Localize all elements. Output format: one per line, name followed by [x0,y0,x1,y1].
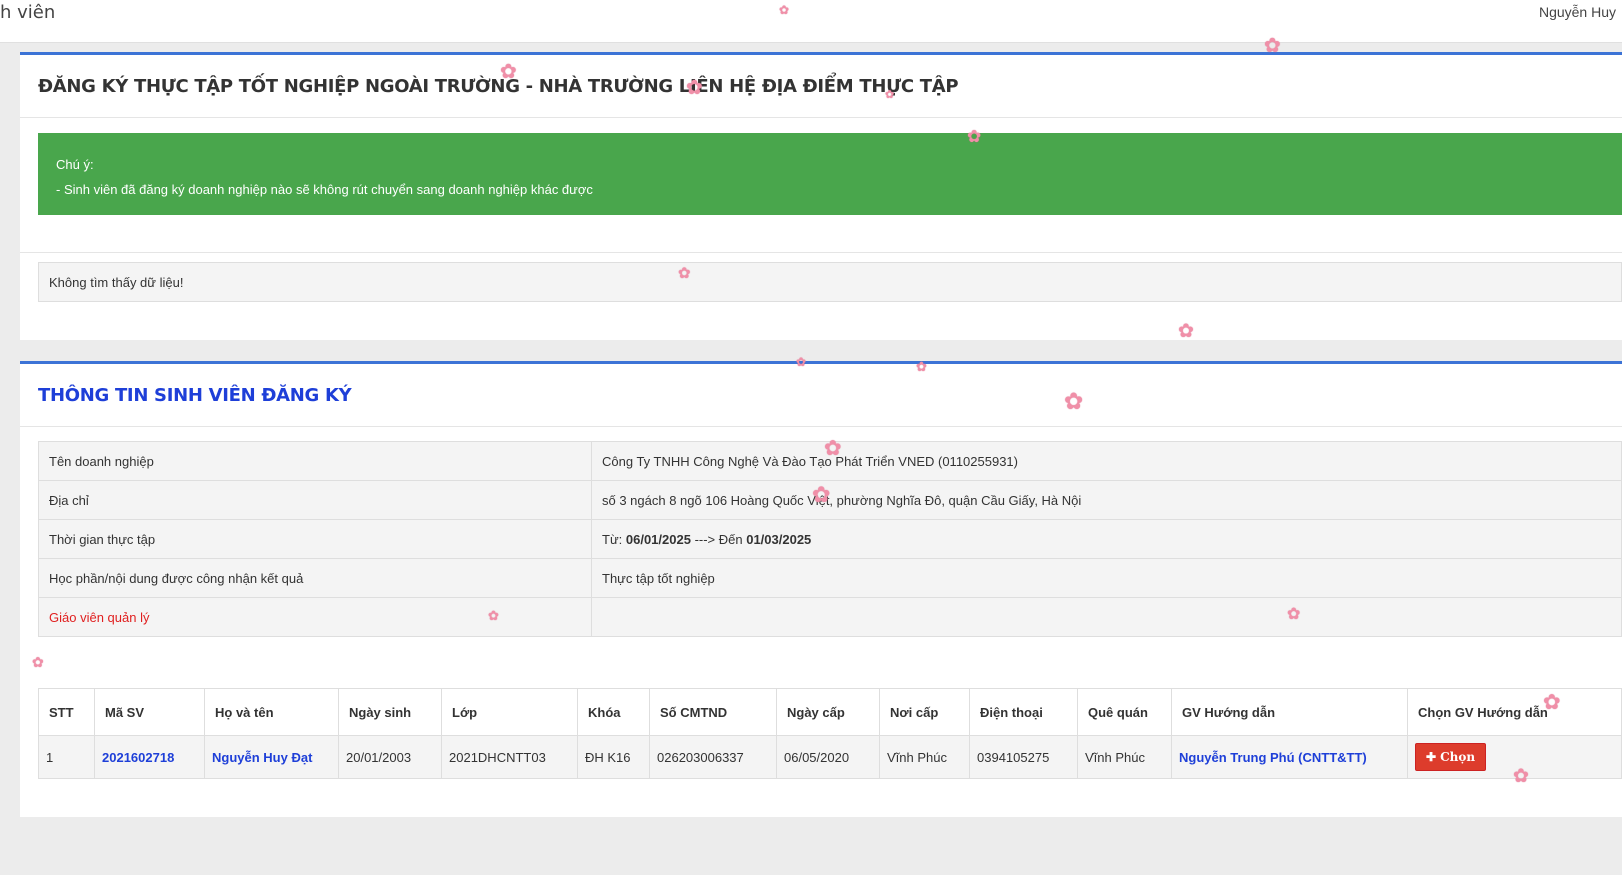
registration-panel-header: ĐĂNG KÝ THỰC TẬP TỐT NGHIỆP NGOÀI TRƯỜNG… [20,55,1622,118]
student-info-panel-header: THÔNG TIN SINH VIÊN ĐĂNG KÝ [20,364,1622,427]
column-header: Họ và tên [204,688,339,736]
info-row-address: Địa chỉ số 3 ngách 8 ngõ 106 Hoàng Quốc … [38,480,1622,520]
cell-choose-supervisor: ✚ Chọn [1407,735,1622,779]
column-header: Mã SV [94,688,205,736]
cell-issue-date: 06/05/2020 [776,735,880,779]
period-to-prefix: ---> Đến [690,531,747,547]
table-header-row: STT Mã SV Họ và tên Ngày sinh Lớp Khóa S… [38,688,1622,736]
notice-alert: Chú ý: - Sinh viên đã đăng ký doanh nghi… [38,133,1622,215]
info-row-company: Tên doanh nghiệp Công Ty TNHH Công Nghệ … [38,441,1622,481]
empty-result-message: Không tìm thấy dữ liệu! [38,262,1622,302]
supervisor-link[interactable]: Nguyễn Trung Phú (CNTT&TT) [1171,735,1408,779]
info-label: Học phần/nội dung được công nhận kết quả [38,558,592,598]
choose-supervisor-button[interactable]: ✚ Chọn [1415,743,1487,771]
column-header: Khóa [577,688,650,736]
cell-phone: 0394105275 [969,735,1078,779]
empty-result-text: Không tìm thấy dữ liệu! [49,274,184,290]
plus-icon: ✚ [1426,750,1437,764]
student-info-panel-title: THÔNG TIN SINH VIÊN ĐĂNG KÝ [38,384,352,406]
top-bar: h viên Nguyễn Huy [0,0,1622,43]
registration-panel-title: ĐĂNG KÝ THỰC TẬP TỐT NGHIỆP NGOÀI TRƯỜNG… [38,75,959,97]
period-from-prefix: Từ: [602,531,626,547]
column-header: Ngày cấp [776,688,880,736]
company-info-table: Tên doanh nghiệp Công Ty TNHH Công Nghệ … [38,441,1622,637]
notice-text: - Sinh viên đã đăng ký doanh nghiệp nào … [56,182,593,197]
student-table: STT Mã SV Họ và tên Ngày sinh Lớp Khóa S… [38,688,1622,779]
cell-id-number: 026203006337 [649,735,777,779]
info-value: số 3 ngách 8 ngõ 106 Hoàng Quốc Việt, ph… [591,480,1622,520]
divider [20,252,1622,253]
info-row-manager: Giáo viên quản lý [38,597,1622,637]
student-info-panel: THÔNG TIN SINH VIÊN ĐĂNG KÝ Tên doanh ng… [20,361,1622,817]
info-label: Địa chỉ [38,480,592,520]
cell-hometown: Vĩnh Phúc [1077,735,1172,779]
registration-panel: ĐĂNG KÝ THỰC TẬP TỐT NGHIỆP NGOÀI TRƯỜNG… [20,52,1622,340]
info-value: Công Ty TNHH Công Nghệ Và Đào Tạo Phát T… [591,441,1622,481]
table-row: 1 2021602718 Nguyễn Huy Đạt 20/01/2003 2… [38,735,1622,779]
info-value: Thực tập tốt nghiệp [591,558,1622,598]
cell-stt: 1 [38,735,95,779]
period-from-date: 06/01/2025 [625,531,691,547]
column-header: STT [38,688,95,736]
column-header: Nơi cấp [879,688,970,736]
user-name-menu[interactable]: Nguyễn Huy [1539,4,1616,20]
cell-cohort: ĐH K16 [577,735,650,779]
cell-class: 2021DHCNTT03 [441,735,578,779]
column-header: Số CMTND [649,688,777,736]
cell-birthdate: 20/01/2003 [338,735,442,779]
column-header: Lớp [441,688,578,736]
page-title: h viên [0,2,56,23]
info-row-period: Thời gian thực tập Từ: 06/01/2025 ---> Đ… [38,519,1622,559]
cell-issue-place: Vĩnh Phúc [879,735,970,779]
info-row-course: Học phần/nội dung được công nhận kết quả… [38,558,1622,598]
student-name-link[interactable]: Nguyễn Huy Đạt [204,735,339,779]
column-header: Quê quán [1077,688,1172,736]
info-label: Tên doanh nghiệp [38,441,592,481]
column-header: Ngày sinh [338,688,442,736]
student-id-link[interactable]: 2021602718 [94,735,205,779]
info-value [591,597,1622,637]
notice-title: Chú ý: [56,157,94,172]
info-value-period: Từ: 06/01/2025 ---> Đến 01/03/2025 [591,519,1622,559]
column-header: Chọn GV Hướng dẫn [1407,688,1622,736]
choose-button-label: Chọn [1440,750,1476,764]
column-header: GV Hướng dẫn [1171,688,1408,736]
info-label: Giáo viên quản lý [38,597,592,637]
period-to-date: 01/03/2025 [746,531,812,547]
column-header: Điện thoại [969,688,1078,736]
info-label: Thời gian thực tập [38,519,592,559]
